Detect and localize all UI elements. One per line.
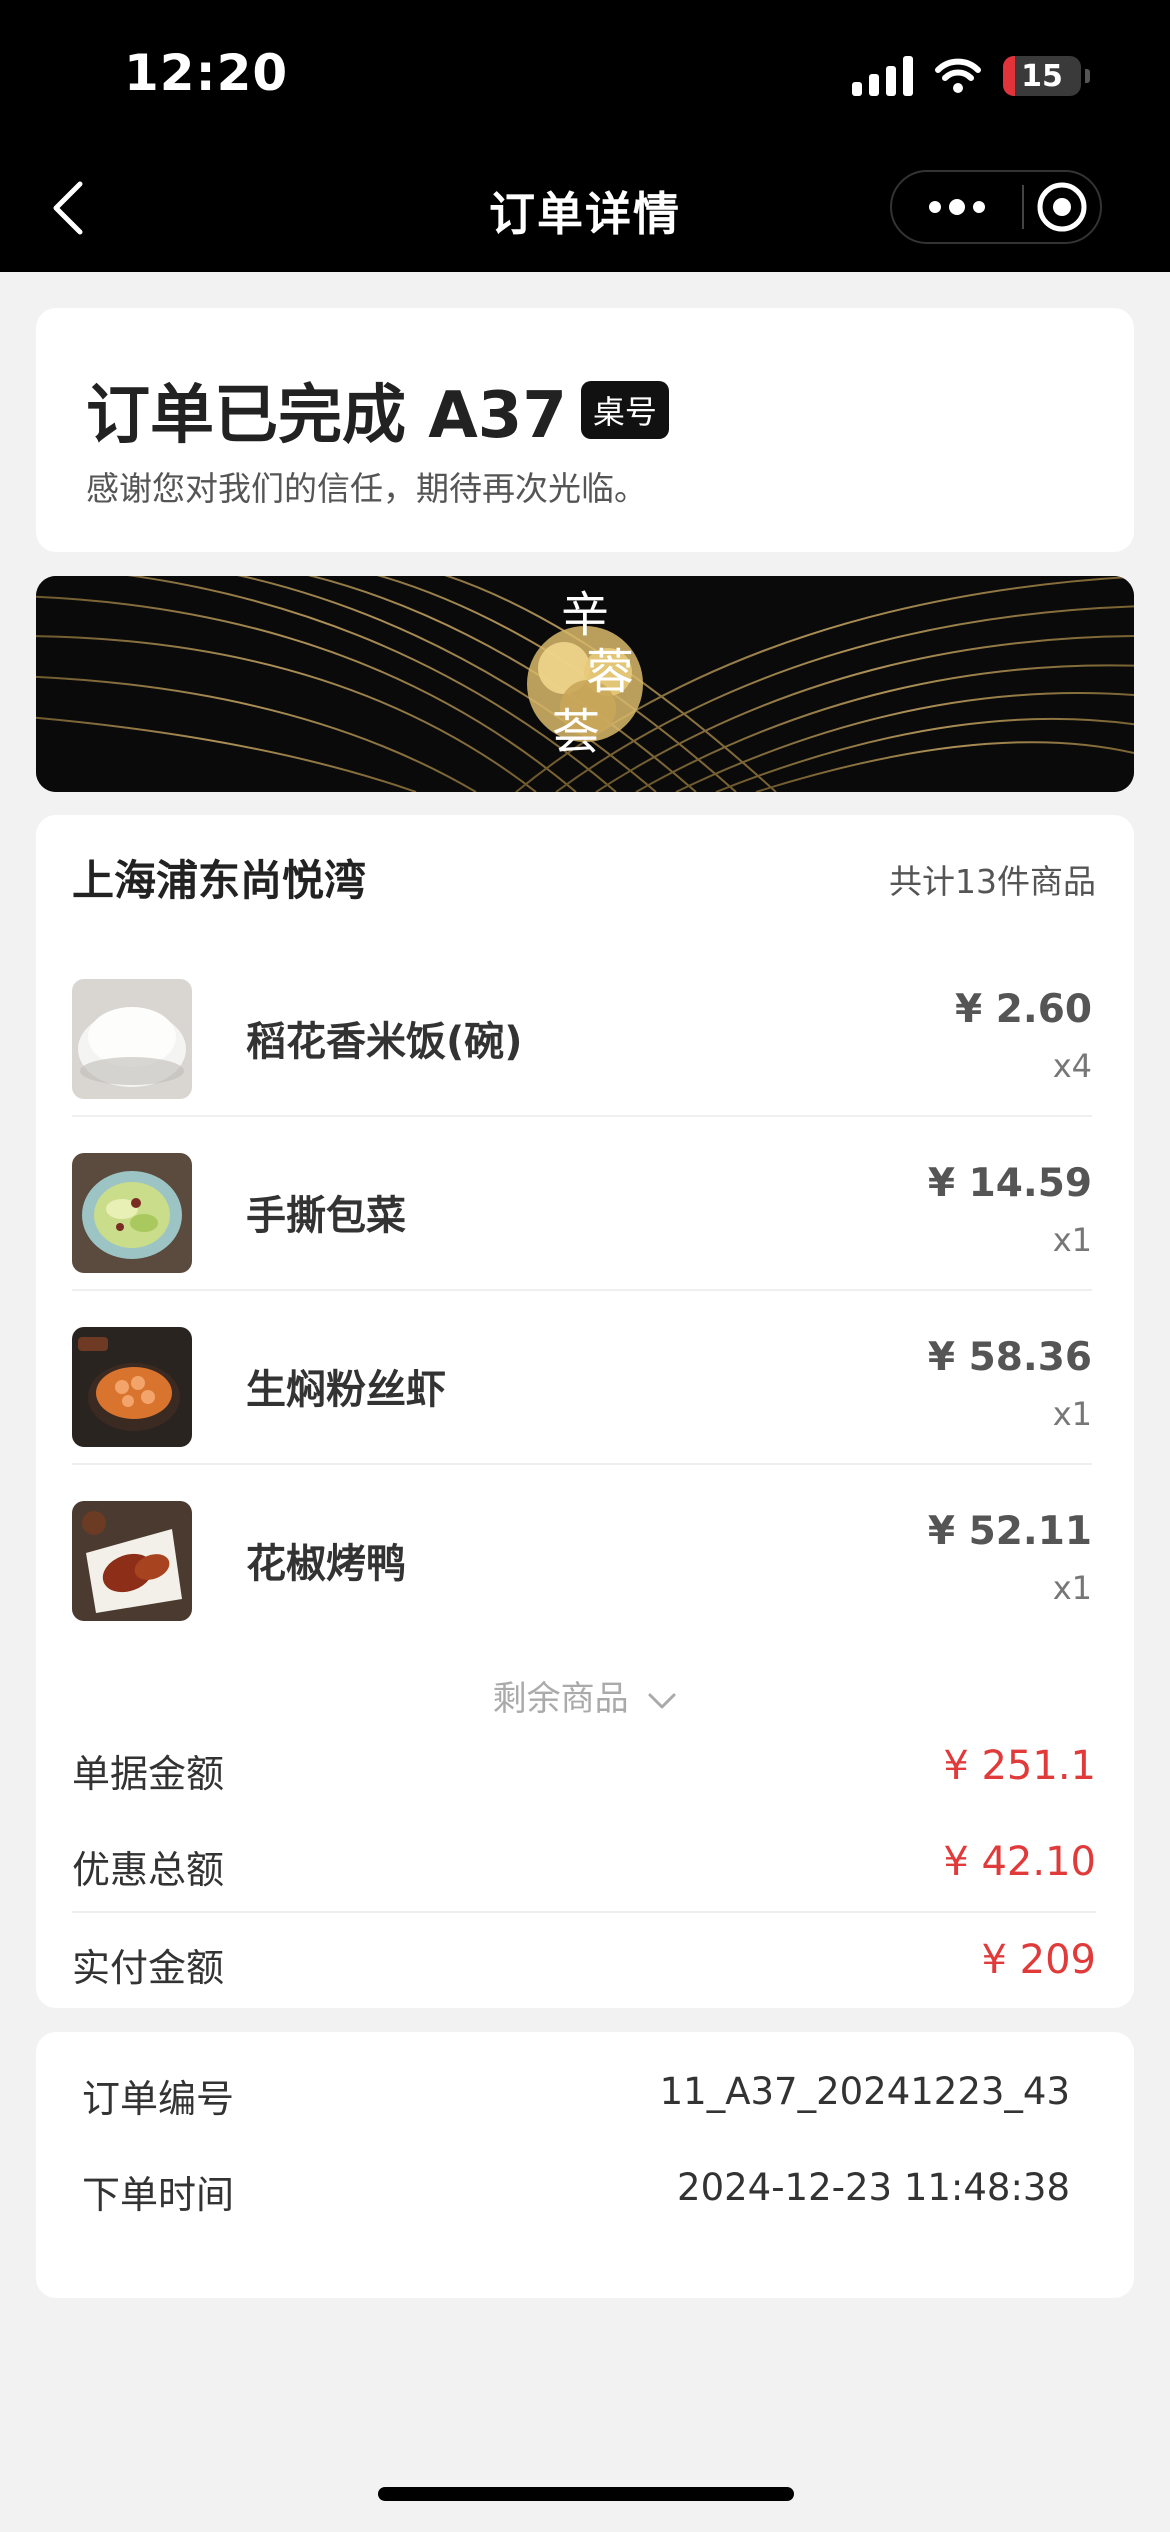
order-status-title: 订单已完成 A37: [86, 379, 567, 453]
mini-program-capsule: [890, 170, 1102, 244]
item-name: 生焖粉丝虾: [246, 1367, 446, 1413]
rice-bowl-image: [72, 979, 192, 1099]
order-number-value: 11_A37_20241223_43: [659, 2070, 1070, 2113]
discount-row: 优惠总额 ¥ 42.10: [72, 1839, 1096, 1899]
cellular-signal-icon: [852, 56, 913, 96]
order-status-heading: 订单已完成 A37 桌号: [86, 364, 669, 456]
roast-duck-image: [72, 1501, 192, 1621]
item-quantity: x1: [1052, 1395, 1092, 1433]
brand-char-2: 蓉: [586, 644, 634, 700]
store-name: 上海浦东尚悦湾: [72, 856, 367, 905]
order-info-card: 订单编号 11_A37_20241223_43 下单时间 2024-12-23 …: [36, 2032, 1134, 2298]
show-remaining-items-button[interactable]: 剩余商品: [36, 1671, 1134, 1720]
cabbage-dish-image: [72, 1153, 192, 1273]
order-number-label: 订单编号: [82, 2077, 235, 2121]
order-time-value: 2024-12-23 11:48:38: [677, 2166, 1070, 2209]
shrimp-vermicelli-image: [72, 1327, 192, 1447]
target-close-icon: [1037, 182, 1087, 232]
home-indicator: [378, 2487, 794, 2501]
item-quantity: x4: [1052, 1047, 1092, 1085]
top-bar: 12:20 15 订单详情: [0, 0, 1170, 272]
order-time-label: 下单时间: [82, 2173, 235, 2217]
bill-amount-row: 单据金额 ¥ 251.1: [72, 1743, 1096, 1803]
table-number-badge: 桌号: [580, 381, 669, 439]
item-price: ¥ 52.11: [927, 1509, 1092, 1554]
more-items-label: 剩余商品: [492, 1679, 629, 1719]
item-count: 共计13件商品: [889, 862, 1096, 901]
item-name: 稻花香米饭(碗): [246, 1019, 523, 1065]
discount-label: 优惠总额: [72, 1848, 225, 1892]
list-item[interactable]: 生焖粉丝虾 ¥ 58.36 x1: [72, 1291, 1132, 1465]
list-item[interactable]: 花椒烤鸭 ¥ 52.11 x1: [72, 1465, 1132, 1639]
status-icons: 15: [852, 52, 1090, 100]
bill-amount-label: 单据金额: [72, 1752, 225, 1796]
bill-amount-value: ¥ 251.1: [943, 1743, 1096, 1789]
order-status-subtitle: 感谢您对我们的信任，期待再次光临。: [86, 469, 647, 508]
item-price: ¥ 58.36: [927, 1335, 1092, 1380]
paid-amount-value: ¥ 209: [981, 1937, 1096, 1983]
item-quantity: x1: [1052, 1569, 1092, 1607]
brand-char-1: 辛: [561, 587, 609, 643]
more-button[interactable]: [892, 172, 1022, 242]
battery-tip: [1085, 69, 1090, 83]
brand-char-3: 荟: [552, 704, 600, 760]
chevron-down-icon: [648, 1693, 676, 1708]
paid-amount-row: 实付金额 ¥ 209: [72, 1937, 1096, 1997]
status-time: 12:20: [124, 44, 289, 102]
discount-value: ¥ 42.10: [943, 1839, 1096, 1885]
order-items-card: 上海浦东尚悦湾 共计13件商品 稻花香米饭(碗) ¥ 2.60 x4 手撕包菜 …: [36, 815, 1134, 2008]
close-button[interactable]: [1024, 172, 1100, 242]
item-price: ¥ 2.60: [955, 987, 1092, 1032]
paid-amount-label: 实付金额: [72, 1946, 225, 1990]
wifi-icon: [935, 58, 981, 94]
item-price: ¥ 14.59: [927, 1161, 1092, 1206]
battery-level: 15: [1021, 58, 1063, 94]
list-item[interactable]: 稻花香米饭(碗) ¥ 2.60 x4: [72, 943, 1132, 1117]
summary-divider: [72, 1911, 1096, 1913]
item-quantity: x1: [1052, 1221, 1092, 1259]
item-name: 花椒烤鸭: [246, 1541, 406, 1587]
list-item[interactable]: 手撕包菜 ¥ 14.59 x1: [72, 1117, 1132, 1291]
banner-graphic: 辛 蓉 荟: [36, 576, 1134, 792]
order-status-card: 订单已完成 A37 桌号 感谢您对我们的信任，期待再次光临。: [36, 308, 1134, 552]
brand-banner: 辛 蓉 荟: [36, 576, 1134, 792]
battery-icon: 15: [1003, 56, 1081, 96]
item-name: 手撕包菜: [246, 1193, 406, 1239]
